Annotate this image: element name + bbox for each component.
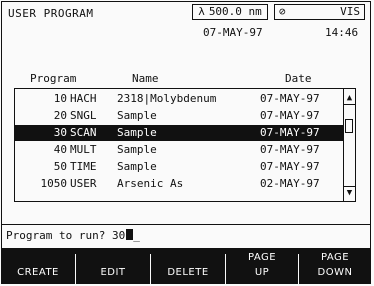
- table-row[interactable]: 50 TIME Sample 07-MAY-97: [15, 159, 343, 175]
- program-type: MULT: [70, 143, 97, 156]
- lamp-status-text: VIS: [340, 5, 360, 18]
- program-date: 07-MAY-97: [260, 92, 320, 105]
- program-date: 07-MAY-97: [260, 126, 320, 139]
- program-list: 10 HACH 2318|Molybdenum 07-MAY-97 20 SNG…: [14, 88, 356, 202]
- program-name: Sample: [117, 143, 157, 156]
- program-number: 50: [53, 160, 67, 173]
- table-row[interactable]: 30 SCAN Sample 07-MAY-97: [15, 125, 343, 141]
- program-date: 02-MAY-97: [260, 177, 320, 190]
- softkey-label-top: PAGE: [247, 252, 277, 263]
- softkey-label: EDIT: [100, 267, 126, 278]
- program-name: Arsenic As: [117, 177, 184, 190]
- program-name: Sample: [117, 109, 157, 122]
- prompt-trailing: _: [133, 229, 140, 242]
- program-date: 07-MAY-97: [260, 109, 320, 122]
- lamp-icon: ⊘: [279, 5, 286, 18]
- list-scrollbar[interactable]: ▲ ▼: [343, 89, 355, 201]
- create-button[interactable]: CREATE: [1, 248, 75, 284]
- softkey-bar: CREATE EDIT DELETE PAGE UP PAGE DOWN: [1, 248, 371, 284]
- table-row[interactable]: 10 HACH 2318|Molybdenum 07-MAY-97: [15, 91, 343, 107]
- program-prompt[interactable]: Program to run? 30 _: [6, 229, 140, 242]
- column-header-name: Name: [132, 72, 159, 85]
- current-date: 07-MAY-97: [203, 26, 263, 39]
- table-row[interactable]: 40 MULT Sample 07-MAY-97: [15, 142, 343, 158]
- program-name: Sample: [117, 160, 157, 173]
- program-type: USER: [70, 177, 97, 190]
- scroll-down-arrow-icon[interactable]: ▼: [344, 186, 355, 199]
- program-number: 40: [53, 143, 67, 156]
- program-number: 30: [53, 126, 67, 139]
- prompt-label: Program to run?: [6, 229, 106, 242]
- prompt-input-value[interactable]: 30: [112, 229, 125, 242]
- program-name: 2318|Molybdenum: [117, 92, 217, 105]
- instrument-screen: USER PROGRAM λ 500.0 nm ⊘ VIS 07-MAY-97 1…: [0, 0, 374, 286]
- program-type: HACH: [70, 92, 97, 105]
- softkey-label-top: PAGE: [320, 252, 350, 263]
- program-number: 1050: [40, 177, 68, 190]
- page-title: USER PROGRAM: [8, 7, 94, 20]
- softkey-label: CREATE: [17, 267, 59, 278]
- table-row[interactable]: 1050 USER Arsenic As 02-MAY-97: [15, 176, 343, 192]
- program-type: TIME: [70, 160, 97, 173]
- current-time: 14:46: [325, 26, 359, 39]
- program-type: SCAN: [70, 126, 97, 139]
- softkey-label: DOWN: [317, 267, 353, 278]
- softkey-label: DELETE: [167, 267, 209, 278]
- table-row[interactable]: 20 SNGL Sample 07-MAY-97: [15, 108, 343, 124]
- prompt-divider: [1, 224, 371, 225]
- delete-button[interactable]: DELETE: [151, 248, 225, 284]
- page-up-button[interactable]: PAGE UP: [226, 248, 298, 284]
- wavelength-value: 500.0 nm: [208, 5, 262, 18]
- program-date: 07-MAY-97: [260, 160, 320, 173]
- scroll-thumb[interactable]: [345, 119, 353, 133]
- lambda-icon: λ: [198, 5, 205, 18]
- column-header-date: Date: [285, 72, 312, 85]
- program-date: 07-MAY-97: [260, 143, 320, 156]
- edit-button[interactable]: EDIT: [76, 248, 150, 284]
- wavelength-readout: λ 500.0 nm: [192, 4, 268, 20]
- column-header-program: Program: [30, 72, 77, 85]
- program-number: 20: [53, 109, 67, 122]
- program-number: 10: [53, 92, 67, 105]
- page-down-button[interactable]: PAGE DOWN: [299, 248, 371, 284]
- scroll-up-arrow-icon[interactable]: ▲: [344, 92, 355, 105]
- lamp-status: ⊘ VIS: [274, 4, 365, 20]
- program-type: SNGL: [70, 109, 97, 122]
- program-name: Sample: [117, 126, 157, 139]
- softkey-label: UP: [254, 267, 270, 278]
